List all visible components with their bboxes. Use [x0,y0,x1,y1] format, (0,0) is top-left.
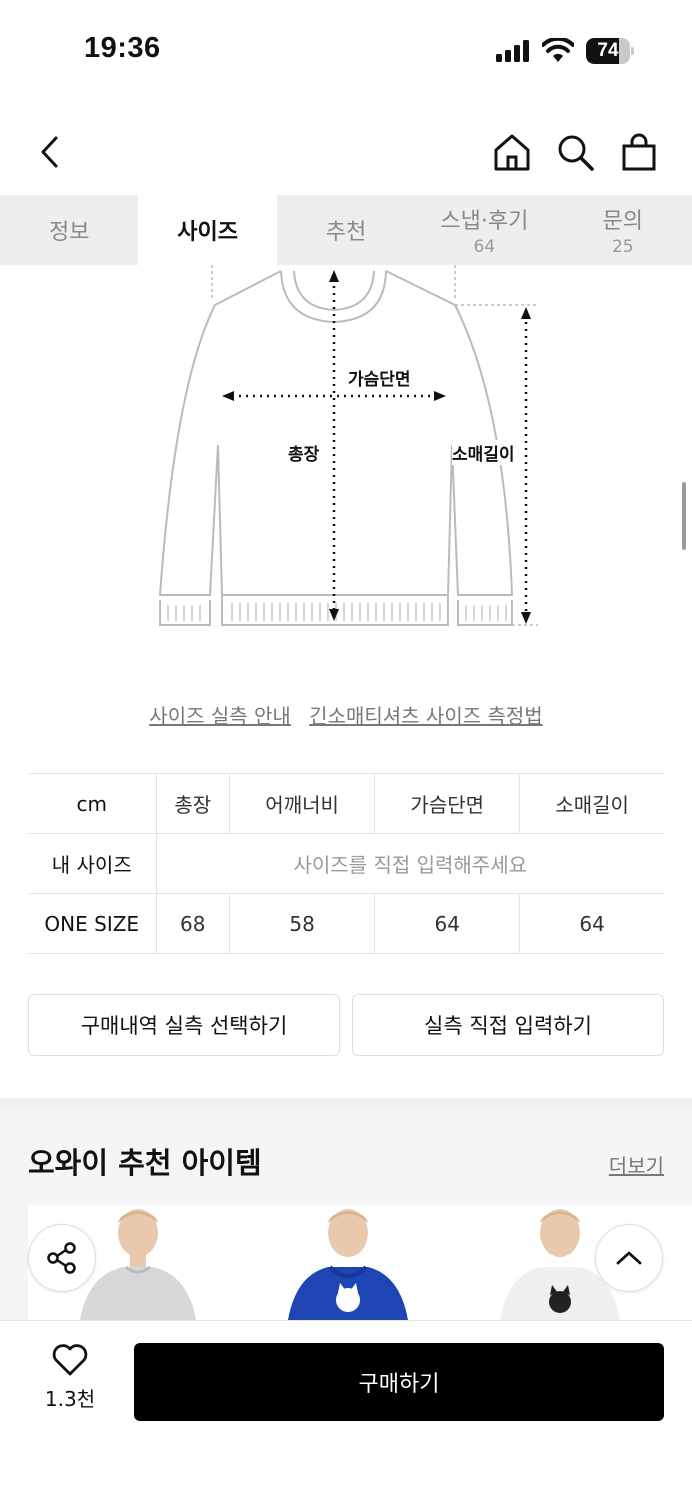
direct-input-button[interactable]: 실측 직접 입력하기 [352,994,664,1056]
status-time: 19:36 [84,32,161,64]
tab-count: 64 [473,237,496,257]
section-divider [0,1098,692,1110]
heart-icon [52,1344,88,1376]
tab-label: 스냅·후기 [440,209,529,234]
tab-3[interactable]: 스냅·후기 64 [415,195,553,265]
table-header-cell: 어깨너비 [229,773,376,834]
table-header-cell: 가슴단면 [374,773,521,834]
table-cell: 64 [519,893,664,954]
tab-4[interactable]: 문의 25 [554,195,692,265]
more-link[interactable]: 더보기 [609,1150,664,1179]
chevron-up-icon [616,1251,642,1265]
tab-label: 문의 [602,209,643,234]
search-icon[interactable] [553,130,597,174]
tab-label: 정보 [48,220,90,245]
table-cell: 58 [229,893,376,954]
table-header-cell: cm [28,773,157,834]
tab-label: 추천 [325,220,367,245]
like-count: 1.3천 [44,1387,96,1411]
table-header-cell: 소매길이 [519,773,664,834]
buy-button[interactable]: 구매하기 [134,1343,664,1421]
table-header-row: cm 총장 어깨너비 가슴단면 소매길이 [28,773,664,834]
like-button[interactable]: 1.3천 [28,1343,112,1412]
product-tabs: 정보 사이즈 추천 스냅·후기 64 문의 25 [0,195,692,265]
size-diagram: 가슴단면 총장 소매길이 [0,265,692,645]
share-button[interactable] [28,1224,96,1292]
size-info-links: 사이즈 실측 안내 긴소매티셔츠 사이즈 측정법 [0,700,692,729]
length-label: 총장 [288,445,320,465]
scrollbar[interactable] [682,482,686,550]
home-icon[interactable] [490,130,534,174]
select-purchase-size-button[interactable]: 구매내역 실측 선택하기 [28,994,340,1056]
product-card[interactable] [278,1205,418,1320]
bottom-action-bar: 1.3천 구매하기 [0,1320,692,1500]
sleeve-label: 소매길이 [452,440,515,465]
scroll-top-button[interactable] [595,1224,663,1292]
recommendation-section: 오와이 추천 아이템 더보기 [0,1110,692,1330]
table-cell: 64 [374,893,521,954]
table-cell: 68 [155,893,231,954]
size-table: cm 총장 어깨너비 가슴단면 소매길이 내 사이즈 사이즈를 직접 입력해주세요 ON… [28,773,664,954]
recommendation-title: 오와이 추천 아이템 [28,1146,262,1180]
battery-level: 74 [597,40,619,61]
signal-icon [496,40,529,62]
share-icon [47,1242,76,1274]
my-size-row[interactable]: 내 사이즈 사이즈를 직접 입력해주세요 [28,833,664,894]
size-guide-link[interactable]: 사이즈 실측 안내 [149,704,291,728]
table-row: ONE SIZE 68 58 64 64 [28,893,664,954]
my-size-label: 내 사이즈 [28,833,157,894]
tab-count: 25 [611,237,634,257]
tab-2[interactable]: 추천 [277,195,415,265]
wifi-icon [542,38,574,62]
recommendation-carousel [28,1205,692,1320]
back-icon[interactable] [28,130,72,174]
top-navigation [0,110,692,194]
status-bar: 19:36 74 [0,0,692,100]
size-label-cell: ONE SIZE [28,893,157,954]
tab-0[interactable]: 정보 [0,195,138,265]
chest-label: 가슴단면 [348,365,411,390]
tab-label: 사이즈 [177,220,238,245]
table-header-cell: 총장 [155,773,231,834]
my-size-input[interactable]: 사이즈를 직접 입력해주세요 [155,833,664,894]
tab-1[interactable]: 사이즈 [138,195,277,265]
battery-indicator: 74 [586,38,634,64]
measure-method-link[interactable]: 긴소매티셔츠 사이즈 측정법 [309,704,543,728]
shopping-bag-icon[interactable] [617,130,661,174]
